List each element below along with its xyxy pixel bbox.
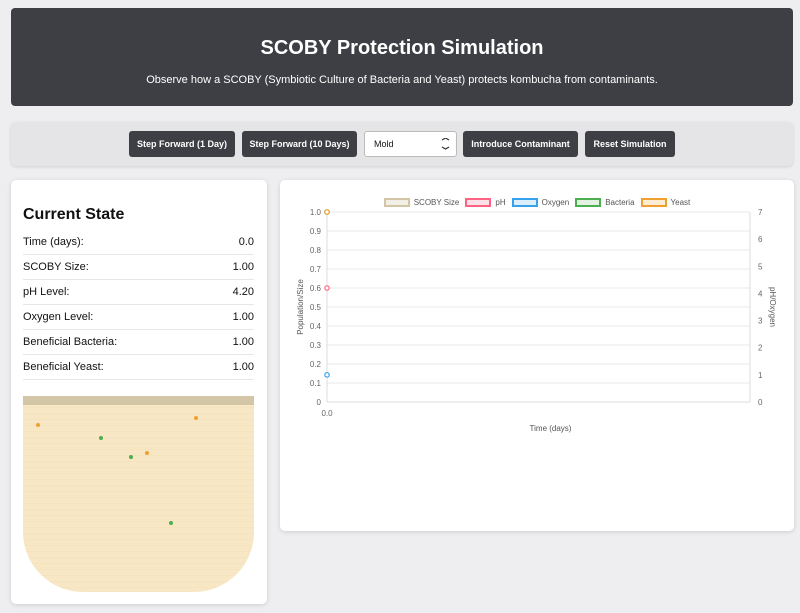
state-row-ph-level: pH Level: 4.20 (23, 280, 254, 305)
state-label: Oxygen Level: (23, 311, 94, 323)
state-label: SCOBY Size: (23, 261, 89, 273)
app-header: SCOBY Protection Simulation Observe how … (11, 8, 793, 106)
state-row-beneficial-yeast: Beneficial Yeast: 1.00 (23, 355, 254, 380)
chevron-down-icon (441, 137, 450, 152)
page-subtitle: Observe how a SCOBY (Symbiotic Culture o… (146, 74, 658, 86)
state-value: 1.00 (232, 261, 254, 273)
state-label: pH Level: (23, 286, 70, 298)
page-title: SCOBY Protection Simulation (260, 37, 544, 59)
controls-bar: Step Forward (1 Day) Step Forward (10 Da… (11, 122, 793, 166)
reset-simulation-button[interactable]: Reset Simulation (585, 131, 675, 157)
contaminant-select-value: Mold (374, 139, 394, 149)
data-point-yeast (324, 209, 330, 215)
y-tick-label-right: 7 (758, 208, 763, 217)
bacteria-particle (99, 436, 103, 440)
state-row-oxygen-level: Oxygen Level: 1.00 (23, 305, 254, 330)
line-chart: 0 0.1 0.2 0.3 0.4 0.5 0.6 0.7 0.8 0.9 1.0 0 1 2 3 4 5 6 7 0… (296, 208, 777, 433)
scoby-layer (23, 396, 254, 405)
step-forward-1-day-button[interactable]: Step Forward (1 Day) (129, 131, 235, 157)
data-point-oxygen (324, 372, 330, 378)
step-forward-10-days-button[interactable]: Step Forward (10 Days) (242, 131, 357, 157)
state-value: 1.00 (232, 361, 254, 373)
current-state-title: Current State (23, 206, 125, 223)
bacteria-particle (169, 521, 173, 525)
x-axis-label: Time (days) (530, 424, 572, 433)
state-label: Beneficial Bacteria: (23, 336, 118, 348)
state-value: 0.0 (238, 236, 254, 248)
state-row-time: Time (days): 0.0 (23, 230, 254, 255)
y-tick-label-left: 0.4 (310, 322, 322, 331)
data-point-ph (324, 285, 330, 291)
kombucha-jar (23, 396, 254, 592)
y-tick-label-left: 1.0 (310, 208, 322, 217)
y-tick-label-left: 0.3 (310, 341, 322, 350)
state-value: 4.20 (232, 286, 254, 298)
introduce-contaminant-button[interactable]: Introduce Contaminant (463, 131, 578, 157)
y-tick-label-left: 0.9 (310, 227, 322, 236)
y-tick-label-right: 3 (758, 317, 763, 326)
yeast-particle (36, 423, 40, 427)
y-tick-label-left: 0 (317, 398, 322, 407)
y-tick-label-right: 0 (758, 398, 763, 407)
y-tick-label-left: 0.5 (310, 303, 322, 312)
state-label: Time (days): (23, 236, 84, 248)
current-state-panel: Current State Time (days): 0.0 SCOBY Siz… (11, 180, 267, 604)
yeast-particle (145, 451, 149, 455)
x-tick-label: 0.0 (321, 409, 333, 418)
state-value: 1.00 (232, 336, 254, 348)
y-axis-label-right: pH/Oxygen (768, 287, 777, 327)
y-tick-label-left: 0.8 (310, 246, 322, 255)
simulation-chart-panel: SCOBY Size pH Oxygen Bacteria Yeast 0 0.1… (280, 180, 794, 531)
y-tick-label-left: 0.1 (310, 379, 322, 388)
y-tick-label-right: 4 (758, 289, 763, 298)
state-value: 1.00 (232, 311, 254, 323)
y-tick-label-left: 0.7 (310, 265, 322, 274)
y-tick-label-right: 2 (758, 344, 763, 353)
y-tick-label-left: 0.2 (310, 360, 322, 369)
state-label: Beneficial Yeast: (23, 361, 104, 373)
state-row-scoby-size: SCOBY Size: 1.00 (23, 255, 254, 280)
y-tick-label-left: 0.6 (310, 284, 322, 293)
state-row-beneficial-bacteria: Beneficial Bacteria: 1.00 (23, 330, 254, 355)
bacteria-particle (129, 455, 133, 459)
y-tick-label-right: 1 (758, 371, 763, 380)
y-tick-label-right: 6 (758, 235, 763, 244)
y-tick-label-right: 5 (758, 262, 763, 271)
y-axis-label-left: Population/Size (296, 279, 305, 335)
contaminant-select[interactable]: Mold (364, 131, 457, 157)
yeast-particle (194, 416, 198, 420)
